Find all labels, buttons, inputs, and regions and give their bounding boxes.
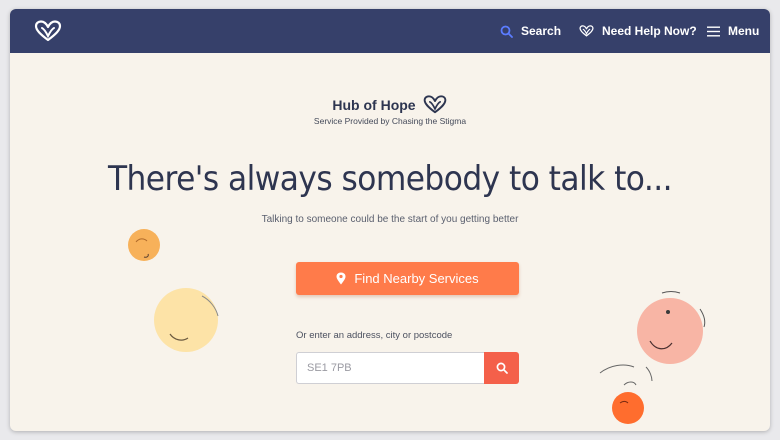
nav-need-help[interactable]: Need Help Now? <box>579 9 697 53</box>
search-icon <box>500 25 513 38</box>
brand-heart-icon <box>423 95 446 114</box>
decorative-orange-face-bottom <box>599 364 653 424</box>
search-icon <box>496 362 508 374</box>
nav-menu[interactable]: Menu <box>707 9 759 53</box>
page-headline: There's always somebody to talk to... <box>107 159 673 199</box>
address-search-input[interactable] <box>296 352 484 384</box>
map-pin-icon <box>336 272 346 285</box>
logo-heart-icon[interactable] <box>34 20 62 42</box>
find-button-label: Find Nearby Services <box>354 271 479 286</box>
brand-logo: Hub of Hope <box>10 95 770 115</box>
address-label: Or enter an address, city or postcode <box>296 330 453 341</box>
nav-search-label: Search <box>521 24 562 38</box>
nav-search[interactable]: Search <box>500 9 561 53</box>
heart-outline-icon <box>579 25 594 37</box>
brand-name: Hub of Hope <box>332 96 416 113</box>
nav-help-label: Need Help Now? <box>602 24 697 38</box>
page-subheadline: Talking to someone could be the start of… <box>261 214 519 225</box>
hamburger-menu-icon <box>707 26 720 36</box>
address-search-button[interactable] <box>484 352 519 384</box>
decorative-orange-face-small <box>128 229 160 261</box>
decorative-yellow-face <box>154 288 219 352</box>
navbar: Search Need Help Now? Menu <box>10 9 770 53</box>
decorative-pink-face <box>637 291 706 364</box>
find-nearby-services-button[interactable]: Find Nearby Services <box>296 262 519 295</box>
brand-subtitle: Service Provided by Chasing the Stigma <box>313 116 467 126</box>
nav-menu-label: Menu <box>728 24 760 38</box>
browser-frame: Search Need Help Now? Menu Hub of Hope S… <box>10 9 770 431</box>
